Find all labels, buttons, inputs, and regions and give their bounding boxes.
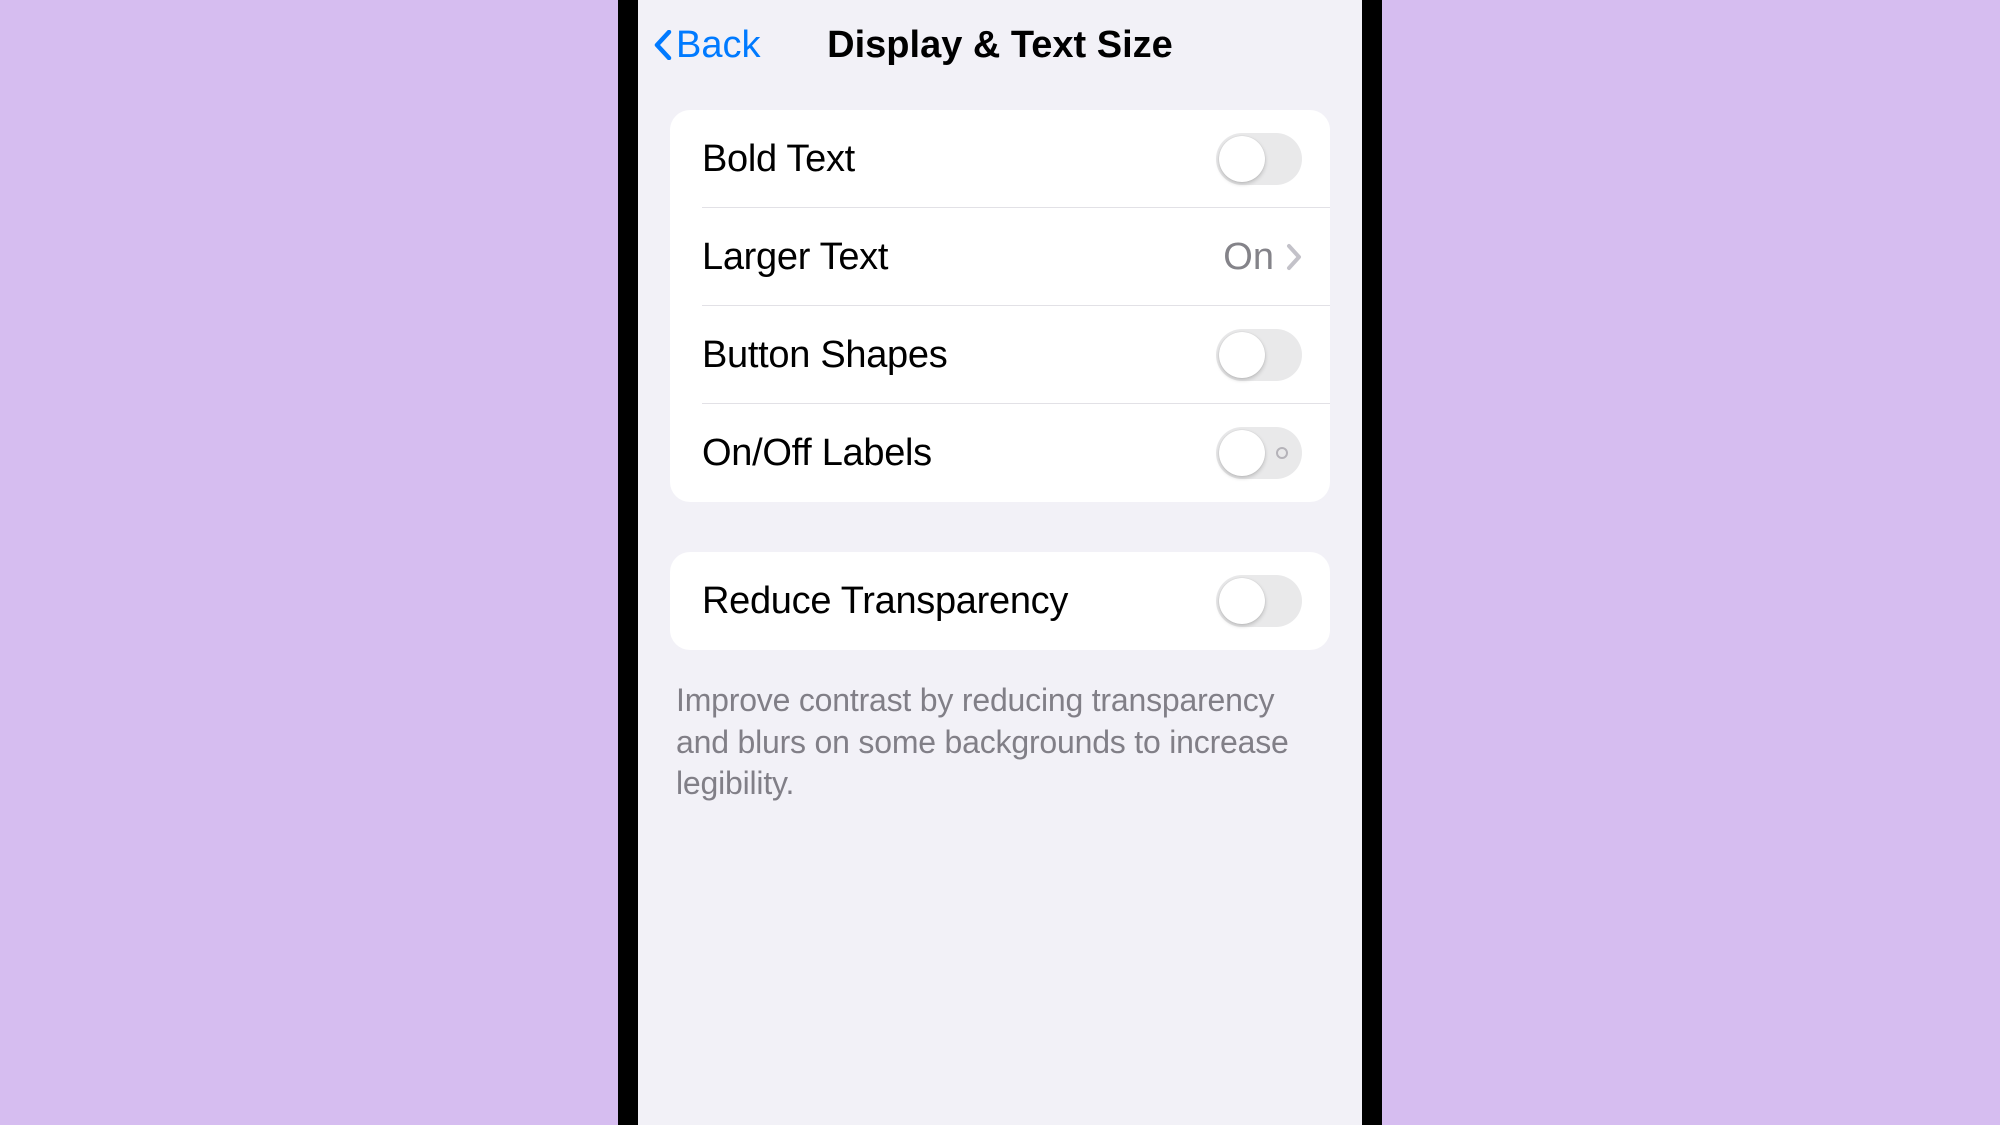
toggle-knob xyxy=(1219,332,1265,378)
toggle-bold-text[interactable] xyxy=(1216,133,1302,185)
toggle-knob xyxy=(1219,578,1265,624)
back-label: Back xyxy=(676,24,760,67)
chevron-left-icon xyxy=(654,30,672,60)
row-value: On xyxy=(1223,236,1274,279)
phone-frame: Back Display & Text Size Bold Text Large… xyxy=(618,0,1382,1125)
row-bold-text[interactable]: Bold Text xyxy=(670,110,1330,208)
screen: Back Display & Text Size Bold Text Large… xyxy=(638,0,1362,1125)
settings-group-2: Reduce Transparency xyxy=(670,552,1330,650)
row-label: Larger Text xyxy=(702,236,888,279)
toggle-on-off-labels[interactable] xyxy=(1216,427,1302,479)
back-button[interactable]: Back xyxy=(654,24,760,67)
toggle-knob xyxy=(1219,136,1265,182)
row-label: On/Off Labels xyxy=(702,432,932,475)
settings-group-1: Bold Text Larger Text On Button xyxy=(670,110,1330,502)
content: Bold Text Larger Text On Button xyxy=(638,90,1362,805)
toggle-knob xyxy=(1219,430,1265,476)
toggle-button-shapes[interactable] xyxy=(1216,329,1302,381)
row-on-off-labels[interactable]: On/Off Labels xyxy=(670,404,1330,502)
navigation-bar: Back Display & Text Size xyxy=(638,0,1362,90)
row-button-shapes[interactable]: Button Shapes xyxy=(670,306,1330,404)
toggle-off-indicator-icon xyxy=(1276,447,1288,459)
toggle-reduce-transparency[interactable] xyxy=(1216,575,1302,627)
row-label: Bold Text xyxy=(702,138,855,181)
row-reduce-transparency[interactable]: Reduce Transparency xyxy=(670,552,1330,650)
row-label: Button Shapes xyxy=(702,334,947,377)
row-right: On xyxy=(1223,236,1302,279)
chevron-right-icon xyxy=(1286,243,1302,271)
group-footer-text: Improve contrast by reducing transparenc… xyxy=(670,664,1330,805)
row-label: Reduce Transparency xyxy=(702,580,1068,623)
row-larger-text[interactable]: Larger Text On xyxy=(670,208,1330,306)
